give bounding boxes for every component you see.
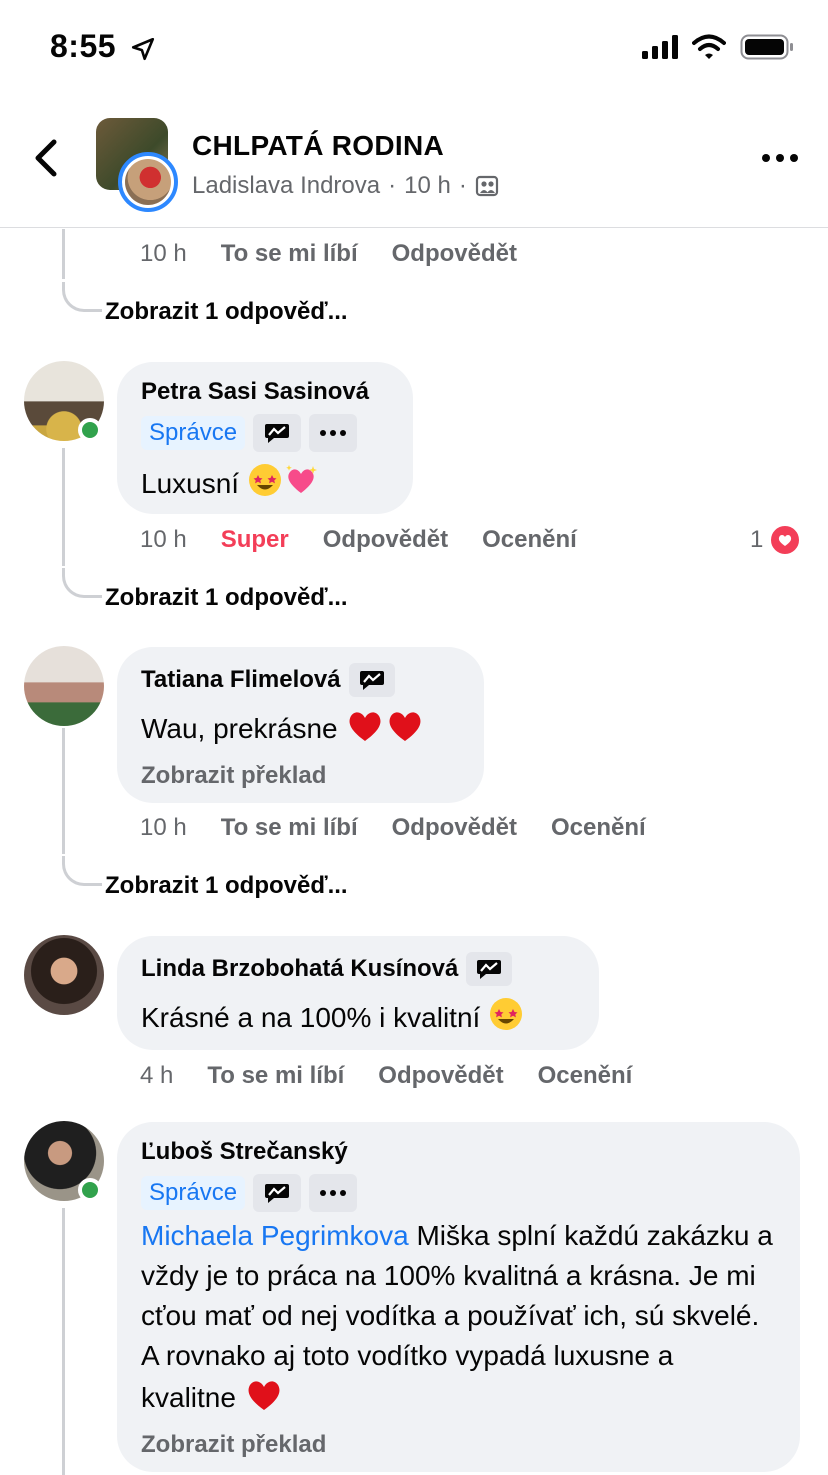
avatar[interactable] [24, 935, 104, 1015]
red-heart-emoji [385, 707, 425, 754]
mention-link[interactable]: Michaela Pegrimkova [141, 1220, 409, 1251]
comment-author: Linda Brzobohatá Kusínová [141, 952, 575, 986]
reply-button[interactable]: Odpovědět [323, 526, 448, 554]
post-time[interactable]: 10 h [404, 172, 451, 200]
post-header: CHLPATÁ RODINA Ladislava Indrova · 10 h … [0, 100, 828, 228]
like-button[interactable]: To se mi líbí [207, 1062, 344, 1090]
battery-icon [740, 34, 793, 60]
star-struck-emoji [488, 996, 524, 1043]
comment-time[interactable]: 10 h [140, 526, 187, 554]
show-replies-link[interactable]: Zobrazit 1 odpověď... [105, 872, 348, 900]
heart-reaction-icon [769, 524, 802, 556]
location-arrow-icon [131, 37, 155, 61]
comment-bubble: Tatiana Flimelová Wau, prekrásne Zobrazi… [117, 647, 484, 803]
like-button[interactable]: To se mi líbí [221, 814, 358, 842]
comment-text: Luxusní [141, 462, 389, 509]
group-name[interactable]: CHLPATÁ RODINA [192, 130, 444, 162]
thread-line [62, 229, 65, 279]
red-heart-emoji [345, 707, 385, 754]
comment-time[interactable]: 10 h [140, 240, 187, 268]
reaction-summary[interactable]: 1 [750, 524, 802, 556]
author-badges: Správce [141, 1174, 776, 1212]
like-button[interactable]: To se mi líbí [221, 240, 358, 268]
comment-actions: 10 h To se mi líbí Odpovědět Ocenění [140, 814, 646, 842]
author-avatar[interactable] [118, 152, 178, 212]
comment-bubble: Petra Sasi Sasinová Správce Luxusní [117, 362, 413, 514]
post-subtitle: Ladislava Indrova · 10 h · [192, 172, 499, 200]
thread-connector [62, 856, 102, 886]
admin-badge[interactable]: Správce [141, 416, 246, 450]
separator: · [458, 172, 467, 199]
comment-actions: 10 h Super Odpovědět Ocenění [140, 526, 577, 554]
conversation-starter-icon[interactable] [466, 952, 513, 986]
admin-badge[interactable]: Správce [141, 1176, 246, 1210]
comment-author[interactable]: Petra Sasi Sasinová [141, 378, 389, 406]
status-time: 8:55 [50, 28, 117, 64]
see-translation-link[interactable]: Zobrazit překlad [141, 762, 460, 790]
thread-line [62, 448, 65, 566]
award-button[interactable]: Ocenění [551, 814, 646, 842]
comment-author[interactable]: Ľuboš Strečanský [141, 1138, 776, 1166]
signal-icon [642, 35, 678, 59]
members-audience-icon [475, 175, 498, 197]
comment-time[interactable]: 4 h [140, 1062, 173, 1090]
comment-actions: 4 h To se mi líbí Odpovědět Ocenění [140, 1062, 632, 1090]
comment-text: Krásné a na 100% i kvalitní [141, 996, 575, 1043]
reaction-button[interactable]: Super [221, 526, 289, 554]
comment-bubble: Linda Brzobohatá Kusínová Krásné a na 10… [117, 936, 599, 1050]
show-replies-link[interactable]: Zobrazit 1 odpověď... [105, 298, 348, 326]
award-button[interactable]: Ocenění [482, 526, 577, 554]
thread-line [62, 1208, 65, 1475]
comment-author: Tatiana Flimelová [141, 663, 460, 697]
reply-button[interactable]: Odpovědět [392, 814, 517, 842]
comment-text: Michaela Pegrimkova Miška splní každú za… [141, 1216, 776, 1423]
comment-text: Wau, prekrásne [141, 707, 460, 754]
conversation-starter-icon[interactable] [348, 663, 395, 697]
back-chevron-icon[interactable] [30, 138, 66, 178]
sparkling-heart-emoji [283, 462, 319, 509]
post-author[interactable]: Ladislava Indrova [192, 172, 380, 200]
comment-actions: 10 h To se mi líbí Odpovědět [140, 240, 517, 268]
more-options-icon[interactable] [762, 148, 798, 168]
status-indicators [642, 34, 794, 60]
see-translation-link[interactable]: Zobrazit překlad [141, 1431, 776, 1459]
status-bar: 8:55 [0, 0, 828, 96]
conversation-starter-icon[interactable] [253, 414, 302, 452]
more-dots-icon[interactable] [309, 1174, 358, 1212]
online-status-indicator [78, 418, 102, 442]
comment-time[interactable]: 10 h [140, 814, 187, 842]
author-badges: Správce [141, 414, 389, 452]
thread-connector [62, 282, 102, 312]
reply-button[interactable]: Odpovědět [392, 240, 517, 268]
online-status-indicator [78, 1178, 102, 1202]
award-button[interactable]: Ocenění [538, 1062, 633, 1090]
thread-connector [62, 568, 102, 598]
red-heart-emoji [244, 1376, 284, 1423]
avatar[interactable] [24, 646, 104, 726]
more-dots-icon[interactable] [309, 414, 358, 452]
reaction-count: 1 [750, 526, 764, 553]
conversation-starter-icon[interactable] [253, 1174, 302, 1212]
wifi-icon [692, 34, 726, 59]
comment-bubble: Ľuboš Strečanský Správce Michaela Pegrim… [117, 1122, 800, 1472]
show-replies-link[interactable]: Zobrazit 1 odpověď... [105, 584, 348, 612]
reply-button[interactable]: Odpovědět [378, 1062, 503, 1090]
star-struck-emoji [247, 462, 283, 509]
thread-line [62, 728, 65, 854]
separator: · [388, 172, 397, 199]
